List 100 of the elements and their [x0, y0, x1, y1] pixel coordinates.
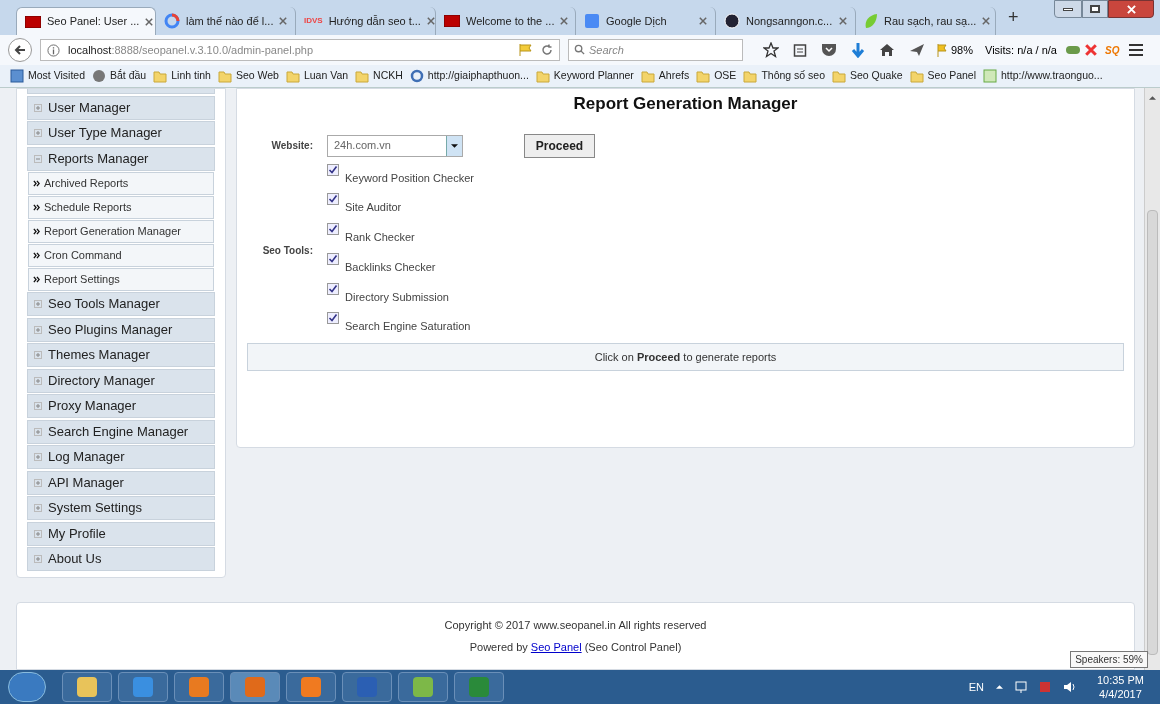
url-text: localhost:8888/seopanel.v.3.10.0/admin-panel.php: [68, 42, 315, 58]
back-button[interactable]: [8, 38, 32, 62]
folder-icon: [909, 69, 924, 83]
field-label: Website:: [270, 139, 313, 153]
sidebar-item[interactable]: My Profile: [27, 521, 215, 546]
folder-icon: [832, 69, 846, 83]
close-icon[interactable]: [560, 17, 569, 25]
new-tab-button[interactable]: +: [1008, 4, 1019, 31]
bookmark-item[interactable]: http://www.traonguo...: [983, 68, 1103, 84]
bookmark-item[interactable]: Keyword Planner: [535, 68, 634, 84]
sidebar-item[interactable]: Seo Tools Manager: [27, 292, 215, 316]
seo-panel-link[interactable]: Seo Panel: [530, 641, 582, 653]
search-icon: [574, 44, 585, 55]
bookmark-item[interactable]: Bắt đầu: [92, 68, 147, 84]
sidebar-item[interactable]: Seo Plugins Manager: [27, 317, 215, 342]
bookmark-item[interactable]: NCKH: [355, 68, 403, 84]
browser-tab[interactable]: Seo Panel: User ...: [16, 7, 156, 35]
plus-icon: [34, 376, 42, 385]
language-indicator[interactable]: EN: [968, 678, 984, 696]
proceed-button[interactable]: Proceed: [524, 133, 595, 158]
close-icon[interactable]: [699, 17, 707, 25]
checkbox[interactable]: [327, 223, 339, 236]
submenu-item[interactable]: Archived Reports: [28, 172, 214, 195]
plus-icon: [34, 427, 42, 436]
bookmark-item[interactable]: Linh tinh: [153, 68, 211, 84]
leaf-icon: [864, 13, 878, 29]
scrollbar[interactable]: [1144, 88, 1160, 670]
submenu-item[interactable]: Cron Command: [28, 244, 214, 267]
speaker-icon[interactable]: [1062, 681, 1077, 693]
tray-arrow-icon[interactable]: [995, 685, 1003, 689]
sidebar-item[interactable]: Reports Manager: [27, 146, 215, 171]
submenu-item[interactable]: Schedule Reports: [28, 196, 214, 219]
close-icon[interactable]: [839, 17, 847, 25]
home-icon[interactable]: [879, 43, 895, 57]
dropdown-arrow-icon: [451, 143, 458, 148]
zoom-level: 98%: [951, 42, 974, 58]
folder-icon: [217, 69, 232, 83]
checkbox[interactable]: [327, 252, 339, 265]
bookmark-item[interactable]: Thông số seo: [743, 68, 825, 84]
paper-plane-icon[interactable]: [909, 43, 925, 57]
sidebar-item[interactable]: User Type Manager: [27, 121, 215, 145]
bookmark-item[interactable]: OSE: [696, 68, 737, 84]
sidebar-item[interactable]: About Us: [27, 547, 215, 571]
checkbox[interactable]: [327, 312, 339, 325]
download-icon[interactable]: [851, 42, 865, 58]
sidebar-item[interactable]: User Manager: [27, 95, 215, 120]
bookmark-item[interactable]: Seo Panel: [909, 68, 977, 84]
star-icon[interactable]: [763, 42, 779, 58]
close-icon[interactable]: [982, 17, 991, 25]
checkbox[interactable]: [327, 193, 339, 206]
sidebar-item[interactable]: Search Engine Manager: [27, 419, 215, 444]
taskbar-app-button[interactable]: [62, 672, 112, 702]
sidebar-item[interactable]: Log Manager: [27, 445, 215, 469]
maximize-button[interactable]: [1082, 0, 1108, 18]
sidebar-item[interactable]: Directory Manager: [27, 368, 215, 393]
sidebar-item[interactable]: API Manager: [27, 470, 215, 495]
reload-icon[interactable]: [541, 44, 553, 56]
minimize-button[interactable]: [1054, 0, 1082, 18]
pocket-icon[interactable]: [821, 43, 837, 57]
checkbox[interactable]: [327, 282, 339, 295]
close-icon[interactable]: [1085, 44, 1097, 56]
double-chevron-icon: [33, 203, 40, 211]
plus-icon: [34, 478, 42, 487]
start-button[interactable]: [8, 672, 46, 702]
clock[interactable]: 10:35 PM 4/4/2017: [1088, 673, 1152, 701]
notice-text: Click on Proceed to generate reports: [594, 350, 777, 366]
bookmark-item[interactable]: Luan Van: [285, 68, 349, 84]
bookmark-item[interactable]: http://giaiphapthuon...: [409, 68, 529, 84]
double-chevron-icon: [33, 251, 40, 259]
search-field[interactable]: Search: [568, 39, 743, 61]
double-chevron-icon: [33, 227, 40, 235]
sidebar-item[interactable]: Proxy Manager: [27, 394, 215, 418]
checkbox-label: Directory Submission: [345, 289, 449, 305]
menu-icon[interactable]: [1128, 43, 1144, 57]
clipboard-icon[interactable]: [793, 43, 807, 57]
plus-icon: [34, 453, 42, 461]
checkbox-label: Site Auditor: [345, 200, 402, 216]
sidebar-item[interactable]: System Settings: [27, 496, 215, 520]
bookmark-item[interactable]: Seo Web: [217, 68, 279, 84]
close-icon[interactable]: [426, 17, 435, 25]
submenu-item[interactable]: Report Settings: [28, 268, 214, 291]
copyright-text: Copyright © 2017 www.seopanel.in All rights reserved: [444, 617, 707, 633]
powered-by-text: Powered by Seo Panel (Seo Control Panel): [469, 640, 682, 655]
network-icon[interactable]: [1014, 681, 1027, 693]
minus-icon: [34, 154, 42, 163]
tooltip: Speakers: 59%: [1070, 651, 1148, 668]
close-button[interactable]: [1108, 0, 1154, 18]
grid-logo-icon: [983, 69, 998, 83]
submenu-item[interactable]: Report Generation Manager: [28, 220, 214, 243]
address-field[interactable]: localhost:8888/seopanel.v.3.10.0/admin-panel.php: [40, 39, 560, 61]
sidebar-item[interactable]: Themes Manager: [27, 343, 215, 367]
plus-icon: [34, 129, 42, 137]
checkbox[interactable]: [327, 163, 339, 176]
bookmark-item[interactable]: Most Visited: [10, 68, 85, 84]
taskbar-app-button[interactable]: [398, 672, 448, 702]
close-icon[interactable]: [279, 17, 288, 25]
bookmark-item[interactable]: Ahrefs: [640, 68, 690, 84]
close-icon[interactable]: [145, 17, 154, 26]
website-select[interactable]: 24h.com.vn: [327, 134, 463, 157]
bookmark-item[interactable]: Seo Quake: [832, 68, 903, 84]
